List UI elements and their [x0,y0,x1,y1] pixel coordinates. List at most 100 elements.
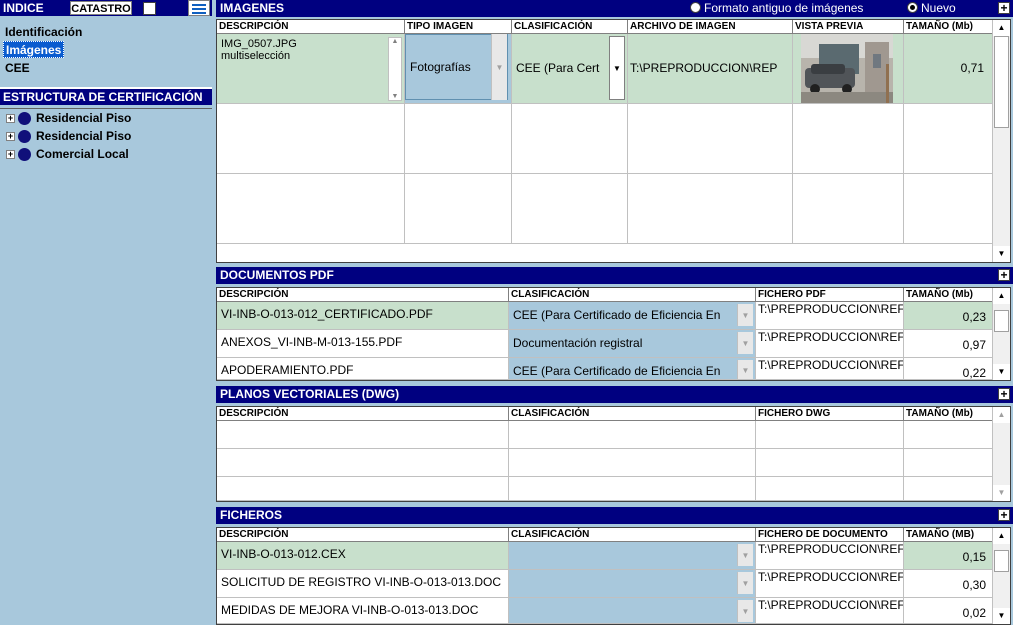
tree-item[interactable]: + Residencial Piso [6,127,131,145]
pdf-classification-select[interactable]: CEE (Para Certificado de Eficiencia En ▼ [509,302,756,330]
nav-item-identificacion[interactable]: Identificación [3,24,84,41]
expand-icon[interactable]: + [6,149,15,159]
col-header: CLASIFICACIÓN [509,288,756,302]
empty-cell[interactable] [512,174,628,244]
scroll-up-icon[interactable]: ▲ [993,288,1010,304]
dwg-header: PLANOS VECTORIALES (DWG) + [216,386,1013,403]
empty-cell[interactable] [509,421,756,449]
empty-cell[interactable] [217,477,509,501]
chevron-down-icon[interactable]: ▼ [609,36,625,100]
chevron-down-icon[interactable]: ▼ [737,600,753,622]
add-dwg-button[interactable]: + [998,388,1010,400]
radio-old-format[interactable]: Formato antiguo de imágenes [690,0,863,17]
catastro-checkbox[interactable] [143,2,156,15]
file-classification-select[interactable]: ▼ [509,542,756,570]
empty-cell[interactable] [628,104,793,174]
empty-cell[interactable] [904,477,993,501]
pdf-description[interactable]: VI-INB-O-013-012_CERTIFICADO.PDF [217,302,509,330]
imagenes-scrollbar[interactable]: ▲ ▼ [992,20,1010,262]
list-menu-icon[interactable] [188,0,210,16]
empty-cell[interactable] [756,421,904,449]
empty-cell[interactable] [405,174,512,244]
empty-cell[interactable] [217,104,405,174]
pdf-scrollbar[interactable]: ▲ ▼ [992,288,1010,380]
add-file-button[interactable]: + [998,509,1010,521]
description-line: IMG_0507.JPG [221,38,297,50]
tree-item[interactable]: + Comercial Local [6,145,129,163]
empty-cell[interactable] [793,104,904,174]
add-image-button[interactable]: + [998,2,1010,14]
pdf-description[interactable]: ANEXOS_VI-INB-M-013-155.PDF [217,330,509,358]
empty-cell[interactable] [904,421,993,449]
expand-icon[interactable]: + [6,113,15,123]
empty-cell[interactable] [509,449,756,477]
catastro-label: CATASTRO [70,1,132,15]
file-classification-select[interactable]: ▼ [509,598,756,624]
radio-new-format[interactable]: Nuevo [907,0,956,17]
empty-cell[interactable] [904,104,993,174]
arrow-down-icon[interactable]: ▼ [389,93,401,100]
pdf-classification-select[interactable]: Documentación registral ▼ [509,330,756,358]
empty-cell[interactable] [756,477,904,501]
pdf-file-path: T:\PREPRODUCCION\REF [756,302,904,330]
empty-cell[interactable] [904,174,993,244]
empty-cell[interactable] [405,104,512,174]
scroll-down-icon[interactable]: ▼ [993,608,1010,624]
pdf-description[interactable]: APODERAMIENTO.PDF [217,358,509,380]
dwg-scrollbar[interactable]: ▲ ▼ [992,407,1010,501]
pdf-file-path: T:\PREPRODUCCION\REF [756,358,904,380]
pdf-size: 0,23 [904,302,993,330]
empty-cell[interactable] [904,449,993,477]
add-pdf-button[interactable]: + [998,269,1010,281]
scroll-down-icon[interactable]: ▼ [993,485,1010,501]
chevron-down-icon[interactable]: ▼ [737,572,753,594]
nav-item-imagenes[interactable]: Imágenes [3,41,65,58]
file-classification-select[interactable]: ▼ [509,570,756,598]
arrow-up-icon[interactable]: ▲ [389,38,401,45]
file-description[interactable]: SOLICITUD DE REGISTRO VI-INB-O-013-013.D… [217,570,509,598]
file-description[interactable]: MEDIDAS DE MEJORA VI-INB-O-013-013.DOC [217,598,509,624]
scroll-up-icon[interactable]: ▲ [993,528,1010,544]
scroll-thumb[interactable] [994,550,1009,572]
radio-selected-icon[interactable] [907,2,918,13]
pdf-grid: DESCRIPCIÓN CLASIFICACIÓN FICHERO PDF TA… [216,287,1011,381]
chevron-down-icon[interactable]: ▼ [491,34,507,100]
empty-cell[interactable] [756,449,904,477]
classification-value: CEE (Para Certificado de Eficiencia En [513,308,721,322]
imagenes-grid: DESCRIPCIÓN TIPO IMAGEN CLASIFICACIÓN AR… [216,19,1011,263]
col-header: TIPO IMAGEN [405,20,512,34]
scroll-down-icon[interactable]: ▼ [993,364,1010,380]
col-header: FICHERO DE DOCUMENTO [756,528,904,542]
chevron-down-icon[interactable]: ▼ [737,360,753,379]
image-type-select[interactable]: Fotografías ▼ [405,34,512,104]
tree-item[interactable]: + Residencial Piso [6,109,131,127]
empty-cell[interactable] [512,104,628,174]
empty-cell[interactable] [509,477,756,501]
image-classification-select[interactable]: CEE (Para Cert ▼ [512,34,628,104]
section-title: DOCUMENTOS PDF [220,268,334,282]
ficheros-scrollbar[interactable]: ▲ ▼ [992,528,1010,624]
scroll-thumb[interactable] [994,310,1009,332]
empty-cell[interactable] [793,174,904,244]
scroll-thumb[interactable] [994,36,1009,128]
pdf-classification-select[interactable]: CEE (Para Certificado de Eficiencia En ▼ [509,358,756,380]
empty-cell[interactable] [217,421,509,449]
empty-cell[interactable] [217,174,405,244]
empty-cell[interactable] [217,449,509,477]
file-size: 0,15 [904,542,993,570]
image-file-path: T:\PREPRODUCCION\REP [628,34,793,104]
chevron-down-icon[interactable]: ▼ [737,332,753,354]
nav-item-cee[interactable]: CEE [3,60,32,77]
scroll-up-icon[interactable]: ▲ [993,407,1010,423]
file-description[interactable]: VI-INB-O-013-012.CEX [217,542,509,570]
scroll-up-icon[interactable]: ▲ [993,20,1010,36]
image-description-cell[interactable]: IMG_0507.JPG multiselección ▲ ▼ [217,34,405,104]
chevron-down-icon[interactable]: ▼ [737,304,753,326]
empty-cell[interactable] [628,174,793,244]
radio-icon[interactable] [690,2,701,13]
description-scrollbar[interactable]: ▲ ▼ [388,37,402,101]
chevron-down-icon[interactable]: ▼ [737,544,753,566]
scroll-down-icon[interactable]: ▼ [993,246,1010,262]
image-preview[interactable] [793,34,904,104]
expand-icon[interactable]: + [6,131,15,141]
